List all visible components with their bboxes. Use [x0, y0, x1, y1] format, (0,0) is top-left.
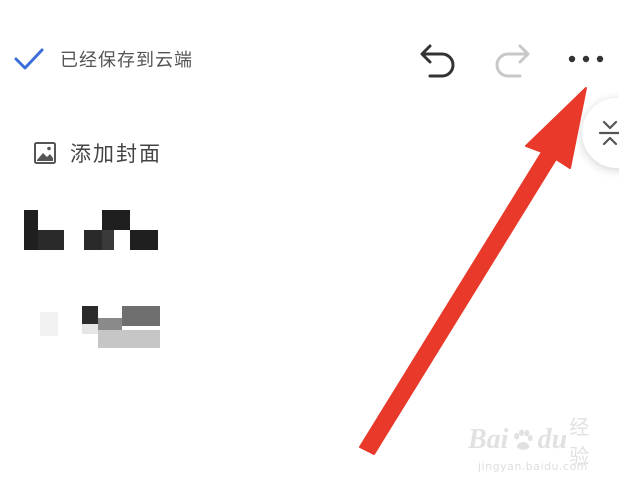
add-cover-label: 添加封面 [70, 142, 162, 166]
paw-icon [514, 429, 534, 450]
watermark-url: jingyan.baidu.com [478, 460, 589, 473]
redo-icon [495, 44, 530, 78]
undo-button[interactable] [418, 40, 458, 78]
watermark-brand-tail: du [537, 424, 568, 455]
side-panel-handle[interactable] [582, 98, 619, 168]
more-horizontal-icon [568, 55, 604, 63]
save-status-text: 已经保存到云端 [60, 50, 193, 71]
obscured-note-body[interactable] [40, 300, 170, 352]
baidu-jingyan-watermark: Bai du 经验 jingyan.baidu.com [468, 415, 608, 480]
note-editor-screen: 已经保存到云端 添加封面 Bai du 经验 jingyan.baidu.com [0, 0, 619, 491]
image-icon [34, 142, 56, 164]
undo-icon [420, 44, 455, 78]
obscured-note-title[interactable] [24, 210, 164, 252]
watermark-brand: Bai [468, 424, 509, 455]
more-button[interactable] [566, 48, 606, 70]
redo-button[interactable] [492, 40, 532, 78]
save-status: 已经保存到云端 [12, 42, 193, 76]
expand-collapse-icon [598, 120, 619, 146]
checkmark-icon [14, 48, 44, 70]
add-cover-button[interactable]: 添加封面 [32, 136, 162, 170]
